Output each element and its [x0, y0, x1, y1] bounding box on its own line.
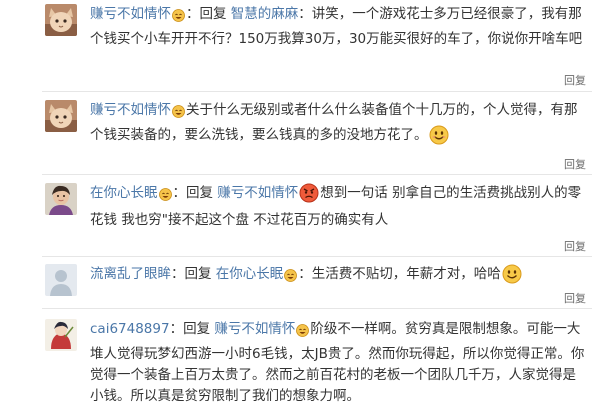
laugh-emoji-icon: [158, 187, 172, 208]
avatar[interactable]: [45, 100, 77, 132]
laugh-emoji-icon: [172, 104, 185, 125]
avatar-cat-icon: [45, 100, 77, 132]
reply-prefix: 回复: [199, 6, 227, 22]
comment-username[interactable]: 流离乱了眼眸: [90, 266, 171, 282]
angry-emoji-icon: [299, 183, 319, 210]
comment-text: 赚亏不如情怀 关于什么无级别或者什么什么装备值个十几万的，个人觉得，有那个钱买装备…: [90, 100, 588, 152]
comment-username[interactable]: 在你心长眠: [90, 185, 158, 201]
reply-button[interactable]: 回复: [564, 238, 586, 254]
reply-button[interactable]: 回复: [564, 156, 586, 172]
separator-text: ：: [169, 321, 184, 337]
comment-username[interactable]: 赚亏不如情怀: [90, 6, 171, 22]
comment-username[interactable]: 赚亏不如情怀: [90, 102, 171, 118]
reply-target-username[interactable]: 赚亏不如情怀: [214, 321, 295, 337]
smile-emoji-icon: [429, 125, 449, 152]
laugh-emoji-icon: [296, 323, 310, 344]
comment-text: 在你心长眠 ：回复 赚亏不如情怀 想到一句话 别拿自己的生活费挑战别人的零花钱 我也…: [90, 183, 588, 231]
avatar[interactable]: [45, 264, 77, 296]
avatar[interactable]: [45, 4, 77, 36]
divider: [42, 256, 592, 257]
avatar[interactable]: [45, 183, 77, 215]
avatar-person-icon: [45, 183, 77, 215]
reply-target-username[interactable]: 赚亏不如情怀: [217, 185, 298, 201]
reply-prefix: 回复: [183, 321, 211, 337]
divider: [42, 308, 592, 309]
avatar-anime-icon: [45, 319, 77, 351]
comment-username[interactable]: cai6748897: [90, 321, 170, 337]
reply-button[interactable]: 回复: [564, 290, 586, 306]
separator-text: ：: [172, 185, 187, 201]
reply-prefix: 回复: [186, 185, 213, 201]
divider: [42, 91, 592, 92]
separator-text: ：: [171, 266, 185, 282]
reply-prefix: 回复: [184, 266, 212, 282]
avatar[interactable]: [45, 319, 77, 351]
divider: [42, 174, 592, 175]
comment-text: cai6748897：回复 赚亏不如情怀 阶级不一样啊。贫穷真是限制想象。可能一大…: [90, 319, 588, 407]
reply-target-username[interactable]: 智慧的麻麻: [231, 6, 299, 22]
laugh-emoji-icon: [284, 268, 298, 289]
laugh-emoji-icon: [172, 8, 185, 29]
comment-text: 赚亏不如情怀 ：回复 智慧的麻麻：讲笑，一个游戏花士多万已经很豪了，我有那个钱买个…: [90, 4, 588, 50]
comment-body: ：生活费不贴切，年薪才对，哈哈: [298, 266, 501, 282]
avatar-cat-icon: [45, 4, 77, 36]
comment-text: 流离乱了眼眸：回复 在你心长眠 ：生活费不贴切，年薪才对，哈哈: [90, 264, 588, 291]
comment-list: 赚亏不如情怀 ：回复 智慧的麻麻：讲笑，一个游戏花士多万已经很豪了，我有那个钱买个…: [0, 0, 598, 407]
reply-button[interactable]: 回复: [564, 72, 586, 88]
separator-text: ：: [186, 6, 200, 22]
reply-target-username[interactable]: 在你心长眠: [216, 266, 284, 282]
avatar-default-icon: [45, 264, 77, 296]
smile-emoji-icon: [502, 264, 522, 291]
